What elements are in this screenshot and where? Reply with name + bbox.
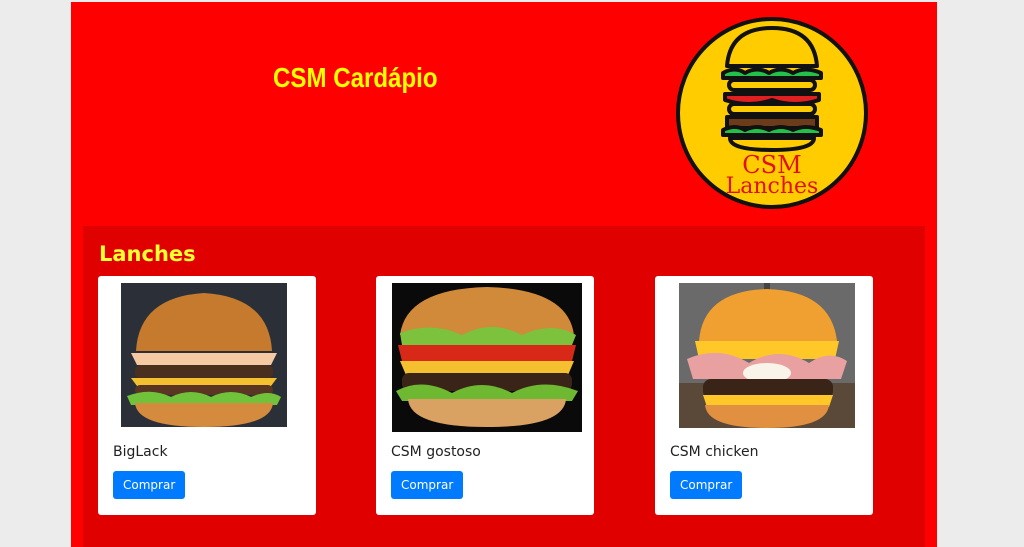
buy-button[interactable]: Comprar (113, 471, 186, 499)
logo-text-lanches: Lanches (726, 174, 819, 199)
burger-photo-csm-gostoso (392, 283, 582, 432)
csm-lanches-logo: CSM Lanches (676, 17, 868, 209)
burger-photo-biglack (121, 283, 287, 427)
burger-icon (721, 26, 823, 152)
product-name: CSM gostoso (391, 444, 481, 460)
page-container: CSM Cardápio CSM Lanches Lanches BigLack… (71, 2, 937, 547)
product-name: CSM chicken (670, 444, 759, 460)
buy-button[interactable]: Comprar (391, 471, 464, 499)
product-card: BigLack Comprar (98, 276, 316, 515)
burger-photo-csm-chicken (679, 283, 855, 428)
buy-button[interactable]: Comprar (670, 471, 743, 499)
section-title: Lanches (99, 242, 196, 266)
lanches-section: Lanches BigLack Comprar CSM gostoso Comp… (83, 226, 925, 547)
header: CSM Cardápio CSM Lanches (71, 2, 937, 224)
site-title: CSM Cardápio (273, 62, 438, 93)
product-card: CSM gostoso Comprar (376, 276, 594, 515)
product-name: BigLack (113, 444, 168, 460)
product-card: CSM chicken Comprar (655, 276, 873, 515)
